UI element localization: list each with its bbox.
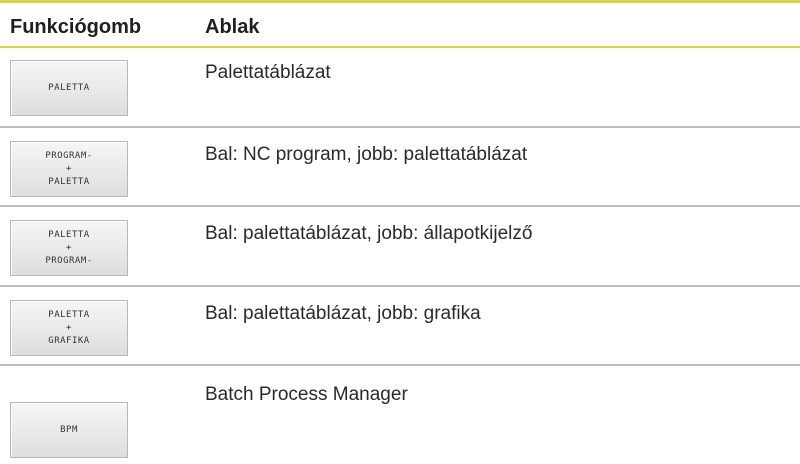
table-row: PROGRAM- + PALETTA Bal: NC program, jobb… xyxy=(0,128,800,207)
softkey-program-paletta[interactable]: PROGRAM- + PALETTA xyxy=(10,141,128,197)
softkey-paletta[interactable]: PALETTA xyxy=(10,60,128,116)
softkey-label: BPM xyxy=(60,424,78,435)
softkey-label: PALETTA xyxy=(48,229,90,240)
softkey-label: PROGRAM- xyxy=(45,255,93,266)
softkey-paletta-grafika[interactable]: PALETTA + GRAFIKA xyxy=(10,300,128,356)
softkey-paletta-program[interactable]: PALETTA + PROGRAM- xyxy=(10,220,128,276)
window-description: Palettatáblázat xyxy=(205,62,331,83)
softkey-label: + xyxy=(66,322,72,333)
table-row: PALETTA + GRAFIKA Bal: palettatáblázat, … xyxy=(0,287,800,366)
softkey-label: PALETTA xyxy=(48,309,90,320)
softkey-label: + xyxy=(66,163,72,174)
softkey-label: PROGRAM- xyxy=(45,150,93,161)
header-softkey-column: Funkciógomb xyxy=(10,16,142,38)
table-header: Funkciógomb Ablak xyxy=(0,3,800,45)
table-row: PALETTA + PROGRAM- Bal: palettatáblázat,… xyxy=(0,207,800,287)
softkey-bpm[interactable]: BPM xyxy=(10,402,128,458)
window-description: Bal: palettatáblázat, jobb: grafika xyxy=(205,303,481,324)
window-description: Bal: NC program, jobb: palettatáblázat xyxy=(205,144,528,165)
softkey-label: PALETTA xyxy=(48,176,90,187)
header-window-column: Ablak xyxy=(205,16,260,38)
softkey-label: GRAFIKA xyxy=(48,335,90,346)
table-row: PALETTA Palettatáblázat xyxy=(0,48,800,128)
softkey-label: + xyxy=(66,242,72,253)
window-description: Batch Process Manager xyxy=(205,384,408,405)
table-row: BPM Batch Process Manager xyxy=(0,366,800,464)
window-description: Bal: palettatáblázat, jobb: állapotkijel… xyxy=(205,223,533,244)
softkey-label: PALETTA xyxy=(48,82,90,93)
